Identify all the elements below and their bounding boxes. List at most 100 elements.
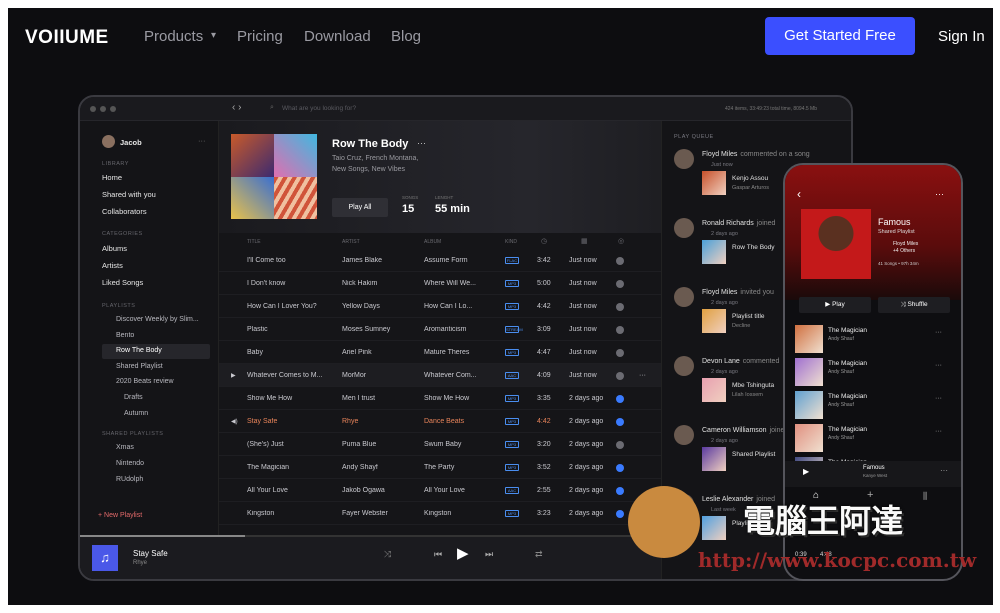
table-row[interactable]: Show Me How Men I trust Show Me How MP3 3:35… [219,387,661,410]
logo[interactable]: VOIIUME [25,27,109,49]
col-artist[interactable]: ARTIST [342,239,360,245]
playlist-item-active[interactable]: Row The Body [116,347,162,354]
phone-mini-player[interactable]: ▶ Famous Kanye West ··· [785,461,961,487]
sidebar-item-home[interactable]: Home [102,173,122,182]
progress-bar[interactable] [80,535,245,537]
avatar[interactable] [674,287,694,307]
get-started-button[interactable]: Get Started Free [765,17,915,55]
more-icon[interactable]: ··· [935,329,942,336]
table-row[interactable]: Kingston Fayer Webster Kingston MP3 3:23 2 da… [219,502,661,525]
nav-pricing[interactable]: Pricing [237,28,283,45]
more-icon[interactable]: ··· [940,466,948,475]
nav-blog[interactable]: Blog [391,28,421,45]
play-all-button[interactable]: Play All [332,198,388,217]
table-row[interactable]: How Can I Lover You? Yellow Days How Can I… [219,295,661,318]
downloaded-check-icon[interactable] [616,257,624,265]
sign-in-link[interactable]: Sign In [938,28,985,45]
table-row[interactable]: Stay Safe Rhye Dance Beats MP3 4:42 2 days ag… [219,410,661,433]
table-row[interactable]: The Magician Andy Shayf The Party MP3 3:52 2 … [219,456,661,479]
back-forward-icon[interactable]: ‹ › [232,102,241,113]
col-title[interactable]: TITLE [247,239,261,245]
sidebar-item-albums[interactable]: Albums [102,244,127,253]
downloaded-check-icon[interactable] [616,349,624,357]
window-dot[interactable] [100,106,106,112]
more-icon[interactable]: ··· [935,395,942,402]
downloaded-check-icon[interactable] [616,280,624,288]
queue-track[interactable]: Kenjo Assou [732,175,768,182]
chevron-down-icon[interactable]: ▾ [211,30,216,41]
window-dot[interactable] [110,106,116,112]
next-icon[interactable]: ⏭ [485,549,493,560]
playlist-item[interactable]: Shared Playlist [116,363,163,370]
table-row[interactable]: Baby Ariel Pink Mature Theres MP3 4:47 Just n… [219,341,661,364]
shared-item[interactable]: RUdolph [116,476,143,483]
phone-track-row[interactable]: The Magician Andy Shauf ··· [795,391,955,421]
col-album[interactable]: ALBUM [424,239,441,245]
nav-download[interactable]: Download [304,28,371,45]
avatar[interactable] [674,356,694,376]
playlist-item[interactable]: Bento [116,332,134,339]
back-icon[interactable]: ‹ [797,187,801,201]
downloaded-check-icon[interactable] [616,395,624,403]
downloaded-check-icon[interactable] [616,464,624,472]
sidebar-item-liked[interactable]: Liked Songs [102,278,143,287]
more-icon[interactable]: ··· [935,362,942,369]
calendar-icon[interactable]: ▦ [581,237,588,245]
shared-item[interactable]: Nintendo [116,460,144,467]
track-duration: 4:42 [537,303,551,310]
queue-track[interactable]: Playlist title [732,313,765,320]
table-row[interactable]: All Your Love Jakob Ogawa All Your Love AAC… [219,479,661,502]
nav-products[interactable]: Products [144,28,203,45]
downloaded-check-icon[interactable] [616,326,624,334]
playlist-item[interactable]: 2020 Beats review [116,378,174,385]
sidebar-item-collaborators[interactable]: Collaborators [102,207,147,216]
more-icon[interactable]: ··· [417,138,426,148]
phone-track-row[interactable]: The Magician Andy Shauf ··· [795,358,955,388]
playlist-item[interactable]: Autumn [124,410,148,417]
sidebar-item-artists[interactable]: Artists [102,261,123,270]
search-input[interactable]: What are you looking for? [282,105,356,112]
play-icon[interactable]: ▶ [803,467,809,476]
phone-play-button[interactable]: ▶ Play [799,297,871,313]
downloaded-check-icon[interactable] [616,303,624,311]
downloaded-check-icon[interactable] [616,510,624,518]
downloaded-check-icon[interactable] [616,418,624,426]
window-dot[interactable] [90,106,96,112]
more-icon[interactable]: ··· [198,136,206,145]
phone-shuffle-button[interactable]: ⤨ Shuffle [878,297,950,313]
avatar[interactable] [102,135,115,148]
more-icon[interactable]: ··· [935,428,942,435]
queue-track[interactable]: Row The Body [732,244,775,251]
library-icon[interactable]: ⫼ [923,491,927,502]
queue-track[interactable]: Shared Playlist [732,451,775,458]
avatar[interactable] [674,218,694,238]
shared-item[interactable]: Xmas [116,444,134,451]
more-icon[interactable]: ··· [639,372,646,379]
sidebar-item-shared[interactable]: Shared with you [102,190,156,199]
queue-track[interactable]: Mbe Tshinguta [732,382,774,389]
table-row[interactable]: Whatever Comes to M... MorMor Whatever Com… [219,364,661,387]
table-row[interactable]: Plastic Moses Sumney Aromanticism STREAM 3:0… [219,318,661,341]
play-icon[interactable]: ▶ [231,372,236,379]
playlist-item[interactable]: Discover Weekly by Slim... [116,316,199,323]
shuffle-icon[interactable]: ⤨ [384,549,391,560]
table-row[interactable]: (She's) Just Puma Blue Swum Baby MP3 3:20 2 d… [219,433,661,456]
phone-track-row[interactable]: The Magician Andy Shauf ··· [795,424,955,454]
previous-icon[interactable]: ⏮ [434,549,442,560]
play-icon[interactable]: ▶ [457,544,469,562]
table-row[interactable]: I Don't know Nick Hakim Where Will We... MP… [219,272,661,295]
phone-track-row[interactable]: The Magician Andy Shauf ··· [795,325,955,355]
avatar[interactable] [674,149,694,169]
downloaded-check-icon[interactable] [616,487,624,495]
repeat-icon[interactable]: ⇄ [535,549,543,560]
col-kind[interactable]: KIND [505,239,517,245]
check-icon[interactable]: ◎ [618,237,624,245]
table-row[interactable]: I'll Come too James Blake Assume Form FLAC 3… [219,249,661,272]
playlist-item[interactable]: Drafts [124,394,143,401]
downloaded-check-icon[interactable] [616,372,624,380]
clock-icon[interactable]: ◷ [541,237,547,245]
downloaded-check-icon[interactable] [616,441,624,449]
more-icon[interactable]: ··· [935,189,944,199]
avatar[interactable] [674,425,694,445]
new-playlist-button[interactable]: + New Playlist [98,512,142,519]
